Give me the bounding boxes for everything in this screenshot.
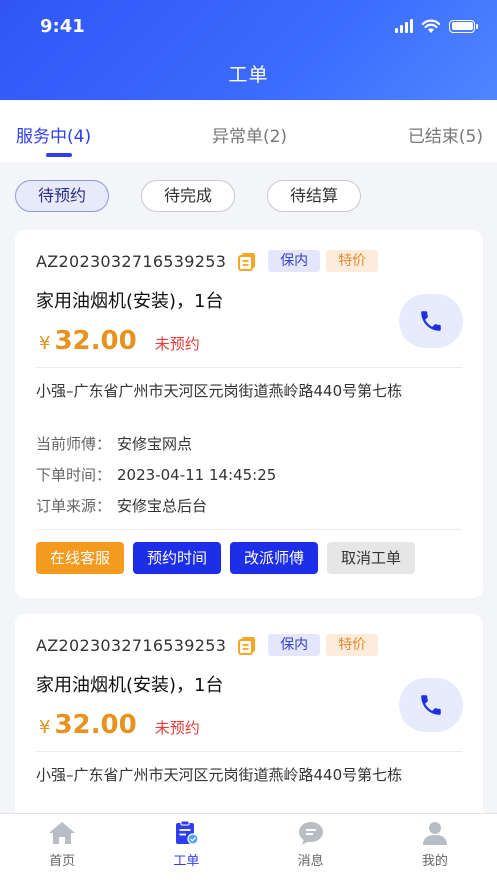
tab-label: 异常单(2) [211, 127, 288, 147]
order-source-row: 订单来源： 安修宝总后台 [36, 495, 207, 516]
nav-messages[interactable]: 消息 [249, 814, 373, 883]
online-service-button[interactable]: 在线客服 [36, 542, 125, 574]
top-header: 9:41 工单 [0, 0, 497, 100]
copy-icon[interactable] [236, 634, 258, 656]
wifi-icon [421, 19, 441, 33]
order-header: AZ2023032716539253 保内 特价 [36, 250, 379, 272]
profile-icon [422, 822, 447, 845]
status-icons [395, 19, 478, 34]
currency-symbol: ¥ [39, 717, 51, 738]
cellular-signal-icon [395, 19, 413, 33]
filter-pending-booking[interactable]: 待预约 [15, 180, 110, 212]
technician-value: 安修宝网点 [117, 435, 193, 453]
order-actions: 在线客服 预约时间 改派师傅 取消工单 [36, 542, 416, 574]
customer-address: 小强–广东省广州市天河区元岗街道燕岭路440号第七栋 [36, 766, 403, 784]
nav-work-orders[interactable]: 工单 [124, 814, 248, 883]
tab-label: 已结束(5) [407, 127, 483, 147]
order-header: AZ2023032716539253 保内 特价 [36, 634, 379, 656]
order-card[interactable]: AZ2023032716539253 保内 特价 家用油烟机(安装)，1台 ¥ … [15, 614, 483, 824]
order-number: AZ2023032716539253 [36, 251, 227, 271]
tab-in-service[interactable]: 服务中(4) [16, 100, 91, 162]
message-icon [298, 822, 323, 845]
booking-status: 未预约 [154, 335, 200, 353]
filter-pending-completion[interactable]: 待完成 [141, 180, 236, 212]
special-price-tag: 特价 [326, 634, 379, 656]
nav-profile[interactable]: 我的 [373, 814, 497, 883]
customer-address: 小强–广东省广州市天河区元岗街道燕岭路440号第七栋 [36, 382, 403, 400]
battery-icon [449, 19, 478, 33]
nav-home[interactable]: 首页 [0, 814, 124, 883]
tab-finished[interactable]: 已结束(5) [408, 100, 483, 162]
order-source-value: 安修宝总后台 [117, 497, 208, 515]
product-name: 家用油烟机(安装)，1台 [36, 675, 224, 696]
product-name: 家用油烟机(安装)，1台 [36, 291, 224, 312]
copy-icon[interactable] [236, 250, 258, 272]
phone-icon [421, 695, 441, 715]
card-divider [36, 529, 462, 530]
home-icon [49, 822, 76, 844]
filter-pending-settlement[interactable]: 待结算 [267, 180, 362, 212]
nav-label: 工单 [173, 854, 200, 869]
booking-status: 未预约 [154, 719, 200, 737]
work-order-icon [176, 820, 199, 845]
tab-active-indicator [46, 153, 72, 157]
status-tabs: 服务中(4) 异常单(2) 已结束(5) [0, 100, 497, 162]
price-row: ¥ 32.00 未预约 [39, 326, 200, 356]
order-card[interactable]: AZ2023032716539253 保内 特价 家用油烟机(安装)，1台 ¥ … [15, 230, 483, 598]
nav-label: 消息 [297, 854, 324, 869]
bottom-navigation: 首页 工单 消息 我的 [0, 813, 497, 883]
cancel-order-button[interactable]: 取消工单 [327, 542, 416, 574]
order-source-label: 订单来源： [36, 497, 112, 515]
status-time: 9:41 [40, 15, 85, 37]
tab-abnormal[interactable]: 异常单(2) [212, 100, 287, 162]
nav-label: 首页 [49, 854, 76, 869]
warranty-tag: 保内 [268, 634, 321, 656]
warranty-tag: 保内 [268, 250, 321, 272]
special-price-tag: 特价 [326, 250, 379, 272]
technician-row: 当前师傅： 安修宝网点 [36, 433, 192, 454]
call-button[interactable] [399, 294, 463, 348]
nav-label: 我的 [421, 854, 448, 869]
call-button[interactable] [399, 678, 463, 732]
currency-symbol: ¥ [39, 333, 51, 354]
price-row: ¥ 32.00 未预约 [39, 710, 200, 740]
schedule-time-button[interactable]: 预约时间 [133, 542, 222, 574]
order-price: 32.00 [54, 710, 137, 740]
order-time-row: 下单时间： 2023-04-11 14:45:25 [36, 464, 276, 485]
order-time-label: 下单时间： [36, 466, 112, 484]
card-divider [36, 751, 462, 752]
tab-label: 服务中(4) [16, 127, 92, 147]
order-time-value: 2023-04-11 14:45:25 [117, 466, 277, 484]
page-title: 工单 [228, 64, 269, 86]
card-divider [36, 367, 462, 368]
filter-chips: 待预约 待完成 待结算 [0, 162, 497, 228]
status-bar: 9:41 [0, 0, 497, 52]
technician-label: 当前师傅： [36, 435, 112, 453]
order-number: AZ2023032716539253 [36, 635, 227, 655]
reassign-technician-button[interactable]: 改派师傅 [230, 542, 319, 574]
order-price: 32.00 [54, 326, 137, 356]
phone-icon [421, 311, 441, 331]
